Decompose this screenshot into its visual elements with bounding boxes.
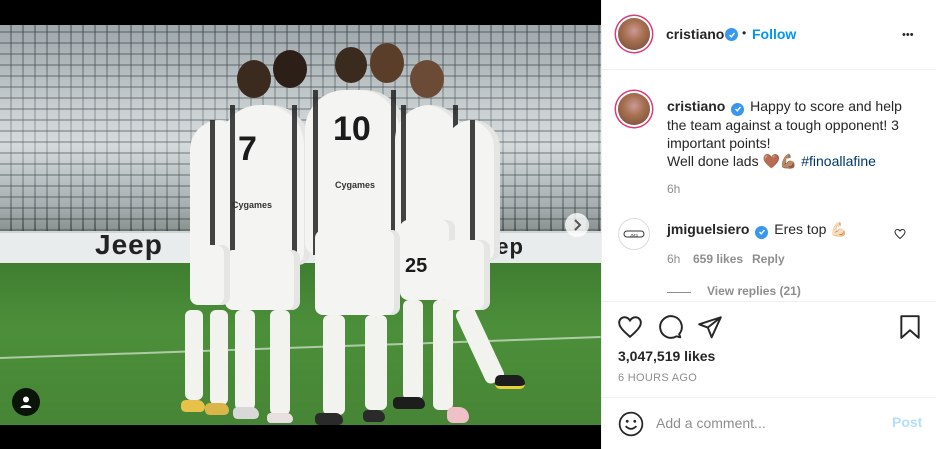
user-tag-icon [20, 396, 32, 408]
player-leg [365, 315, 387, 410]
comment-time[interactable]: 6h [667, 252, 680, 266]
player-boot [181, 400, 205, 412]
caption-emoji: 🤎💪🏽 [762, 152, 798, 169]
author-avatar[interactable] [618, 18, 650, 50]
comment-like-heart-icon[interactable] [894, 228, 906, 240]
verified-badge-icon [755, 225, 769, 239]
player-shorts [225, 250, 300, 310]
bookmark-icon[interactable] [897, 314, 923, 340]
post-comment-button[interactable]: Post [892, 414, 922, 430]
commenter-avatar[interactable]: JMS [618, 218, 650, 250]
caption-time[interactable]: 6h [667, 182, 680, 196]
player-head [335, 47, 367, 83]
player-boot [363, 410, 385, 422]
comment-emoji: 💪🏻 [830, 221, 848, 237]
post-header: cristiano • Follow ••• [602, 0, 936, 70]
comment-reply-button[interactable]: Reply [752, 252, 785, 266]
chevron-right-icon [574, 219, 582, 231]
player-shorts [445, 240, 490, 310]
ad-board-text-left: Jeep [95, 229, 163, 260]
paper-plane-icon[interactable] [697, 314, 723, 340]
players-huddle: 7 Cygames 10 Cygames 25 [175, 43, 555, 425]
comment-likes[interactable]: 659 likes [693, 252, 743, 266]
player-leg [323, 315, 345, 415]
player-boot [233, 407, 259, 419]
caption-line2: Well done lads [667, 152, 763, 169]
player-shorts [190, 245, 230, 305]
caption-hashtag[interactable]: #finoallafine [801, 153, 876, 169]
commenter-username[interactable]: jmiguelsiero [667, 221, 749, 237]
post-side-panel: cristiano • Follow ••• cristiano Happy t… [601, 0, 936, 449]
player-boot [495, 375, 525, 389]
player-body: 7 Cygames [220, 105, 310, 265]
more-options-icon[interactable]: ••• [902, 29, 914, 41]
post-actions: 3,047,519 likes 6 HOURS AGO [602, 302, 936, 397]
caption-username[interactable]: cristiano [667, 98, 725, 114]
svg-text:JMS: JMS [630, 233, 638, 238]
likes-count[interactable]: 3,047,519 likes [618, 348, 715, 364]
header-separator: • [742, 26, 747, 40]
author-username[interactable]: cristiano [666, 26, 724, 42]
jersey-sponsor: Cygames [232, 200, 273, 210]
jersey-number: 7 [238, 130, 257, 168]
player-boot [315, 413, 343, 425]
player-leg [270, 310, 290, 415]
comment: jmiguelsiero Eres top 💪🏻 [667, 221, 848, 239]
follow-button[interactable]: Follow [752, 26, 796, 42]
caption: cristiano Happy to score and help the te… [667, 97, 917, 170]
player-boot [393, 397, 425, 409]
post-time[interactable]: 6 HOURS AGO [618, 372, 697, 384]
jersey-number: 25 [405, 255, 428, 277]
player-boot [447, 407, 469, 423]
player-leg [235, 310, 255, 410]
player-head [410, 60, 444, 98]
player-boot [267, 413, 293, 423]
jersey-number: 10 [333, 110, 371, 148]
player-leg [454, 304, 506, 386]
user-tag-button[interactable] [12, 388, 40, 416]
comments-list: cristiano Happy to score and help the te… [602, 71, 936, 302]
player-leg [403, 300, 423, 400]
player-head [237, 60, 271, 98]
comment-icon[interactable] [657, 314, 683, 340]
heart-icon[interactable] [617, 314, 643, 340]
player-leg [185, 310, 203, 400]
next-photo-button[interactable] [565, 213, 589, 237]
player-boot [205, 403, 229, 415]
instagram-post: Jeep eep 7 Cygames 10 Cygames 25 cristia… [0, 0, 936, 449]
verified-badge-icon [725, 28, 738, 41]
player-head [273, 50, 307, 88]
verified-badge-icon [731, 102, 745, 116]
jersey-sponsor: Cygames [335, 180, 376, 190]
player-shorts [315, 230, 400, 315]
player-leg [433, 300, 453, 410]
view-replies-button[interactable]: View replies (21) [707, 284, 801, 298]
caption-author-avatar[interactable] [618, 93, 650, 125]
player-head [370, 43, 404, 83]
comment-input[interactable] [656, 412, 876, 434]
replies-divider [667, 292, 691, 293]
post-photo[interactable]: Jeep eep 7 Cygames 10 Cygames 25 [0, 25, 601, 425]
smiley-icon[interactable] [618, 411, 644, 437]
comment-text: Eres top [774, 221, 827, 237]
player-leg [210, 310, 228, 405]
add-comment-bar: Post [602, 397, 936, 449]
